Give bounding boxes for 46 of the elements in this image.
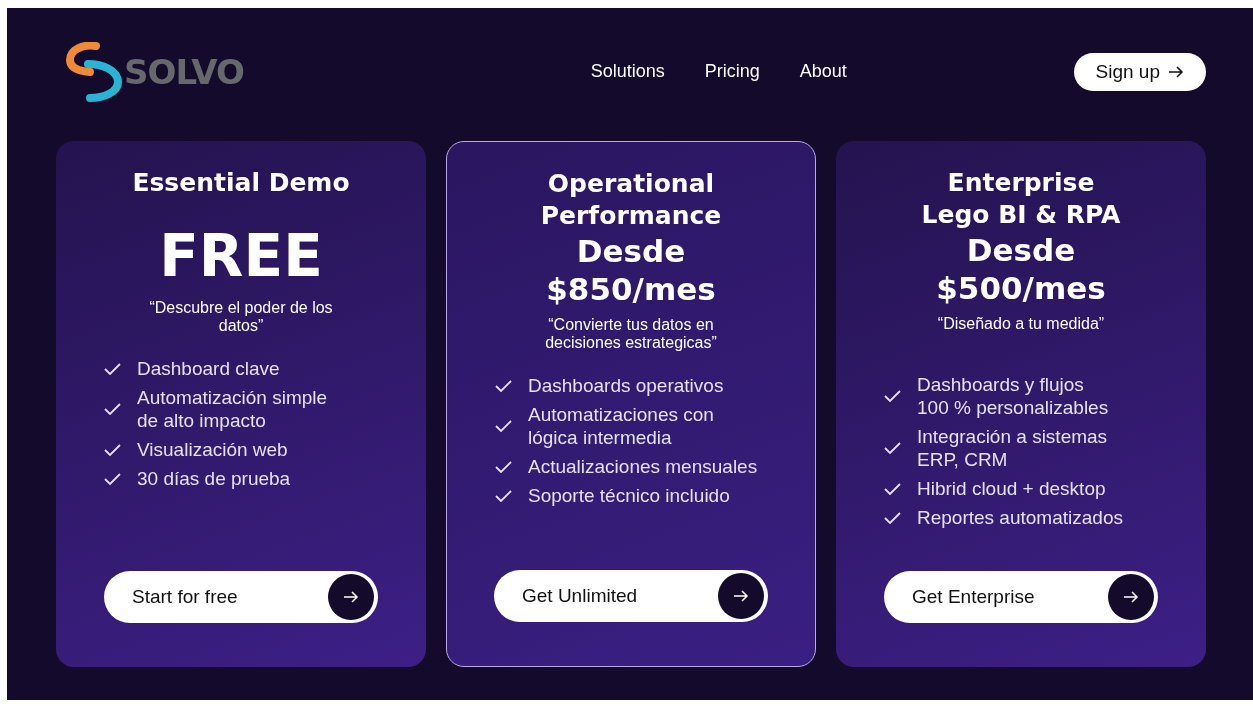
brand-name: SOLVO xyxy=(124,51,244,92)
feature-text: Integración a sistemas ERP, CRM xyxy=(917,425,1108,471)
feature-text: Soporte técnico incluido xyxy=(528,484,730,507)
plan-cta-button[interactable]: Start for free xyxy=(104,571,378,623)
check-icon xyxy=(104,472,121,485)
feature-text: 30 días de prueba xyxy=(137,467,291,490)
check-icon xyxy=(884,511,901,524)
logo-mark-icon xyxy=(66,41,122,102)
check-icon xyxy=(495,420,512,432)
check-icon xyxy=(495,379,512,392)
plan-tagline: “Diseñado a tu medida” xyxy=(937,315,1105,334)
feature-text: Hibrid cloud + desktop xyxy=(917,477,1106,500)
feature-text: Automatizaciones con lógica intermedia xyxy=(528,403,714,449)
plan-price: Desde $850/mes xyxy=(546,232,716,308)
check-icon xyxy=(884,442,901,454)
feature-text: Reportes automatizados xyxy=(917,506,1123,529)
nav-link[interactable]: Pricing xyxy=(704,61,760,82)
arrow-right-icon xyxy=(1123,590,1139,604)
plan-price: FREE xyxy=(159,221,323,291)
arrow-right-icon xyxy=(343,590,359,604)
check-icon xyxy=(104,443,121,456)
feature-text: Dashboard clave xyxy=(137,357,280,380)
check-icon xyxy=(884,482,901,495)
plan-tagline: “Convierte tus datos en decisiones estrategicas” xyxy=(545,316,717,352)
check-icon xyxy=(495,489,512,502)
feature-text: Actualizaciones mensuales xyxy=(528,455,758,478)
feature-text: Dashboards y flujos 100 % personalizables xyxy=(917,373,1109,419)
feature-text: Dashboards operativos xyxy=(528,374,724,397)
check-icon xyxy=(495,460,512,473)
plan-tagline: “Descubre el poder de los datos” xyxy=(149,299,333,335)
check-icon xyxy=(104,362,121,375)
plan-title: Enterprise Lego BI & RPA xyxy=(921,167,1121,231)
plan-cta-button[interactable]: Get Unlimited xyxy=(494,570,768,622)
plan-title: Operational Performance xyxy=(540,168,722,232)
arrow-right-icon xyxy=(733,589,749,603)
plan-title: Essential Demo xyxy=(132,167,350,199)
feature-text: Visualización web xyxy=(137,438,288,461)
plan-price: Desde $500/mes xyxy=(936,231,1106,307)
arrow-right-icon xyxy=(1168,64,1184,79)
nav-link[interactable]: About xyxy=(799,61,847,82)
check-icon xyxy=(884,390,901,402)
feature-text: Automatización simple de alto impacto xyxy=(137,386,328,432)
sign-up-button[interactable]: Sign up xyxy=(1073,52,1206,91)
check-icon xyxy=(104,403,121,415)
nav-link[interactable]: Solutions xyxy=(590,61,665,82)
plan-cta-button[interactable]: Get Enterprise xyxy=(884,571,1158,623)
